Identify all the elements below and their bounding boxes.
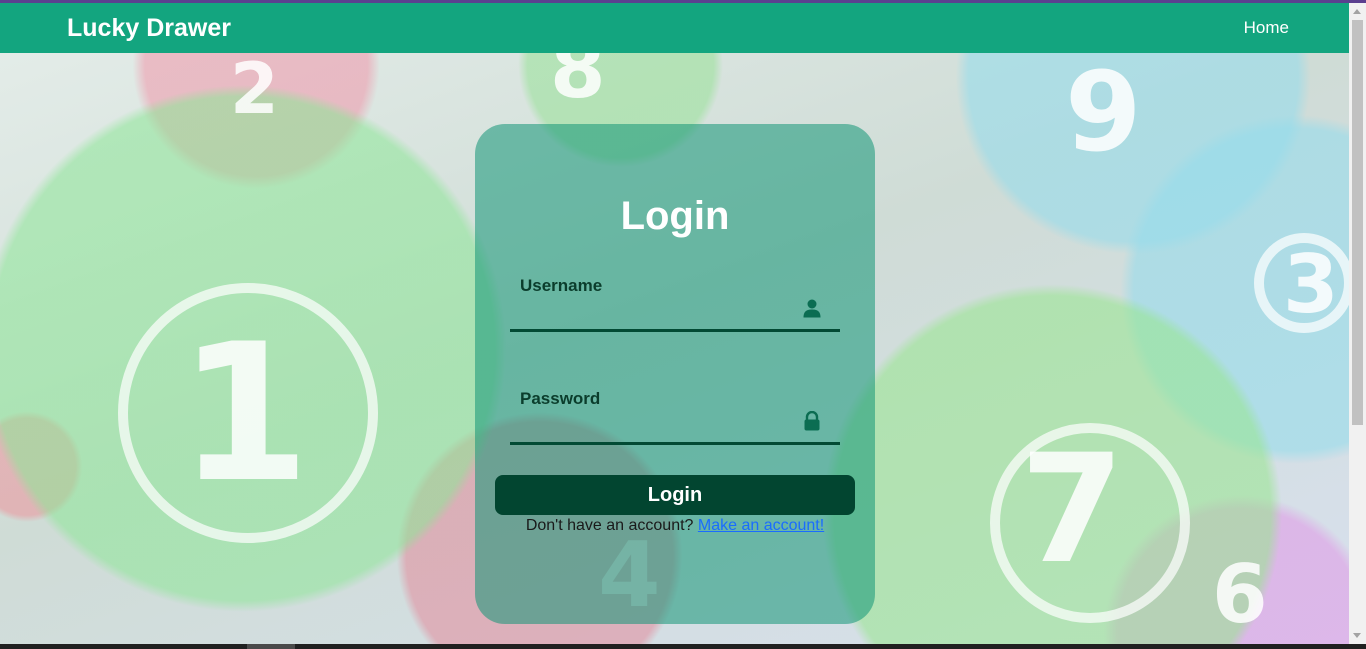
signup-row: Don't have an account? Make an account! xyxy=(475,517,875,535)
scroll-up-arrow-icon[interactable] xyxy=(1353,9,1361,14)
ball-number: 1 xyxy=(178,303,311,524)
password-input[interactable] xyxy=(510,409,800,439)
signup-prompt: Don't have an account? xyxy=(525,517,694,534)
ball-number: 3 xyxy=(1283,238,1339,331)
background-image: 1 2 3 4 6 7 8 9 Login Username Password … xyxy=(0,53,1349,644)
user-icon xyxy=(803,299,821,318)
login-card: Login Username Password Login Don't have… xyxy=(475,124,875,624)
nav-home-link[interactable]: Home xyxy=(1244,18,1289,38)
ball-number: 8 xyxy=(550,53,606,116)
scroll-down-arrow-icon[interactable] xyxy=(1353,633,1361,638)
taskbar-strip xyxy=(0,644,1366,649)
lock-icon xyxy=(804,411,820,431)
scrollbar-thumb[interactable] xyxy=(1352,20,1363,425)
username-input[interactable] xyxy=(510,296,800,326)
navbar: Lucky Drawer Home xyxy=(0,3,1349,53)
password-field: Password xyxy=(510,381,840,445)
brand-logo[interactable]: Lucky Drawer xyxy=(67,14,231,43)
ball-number: 7 xyxy=(1020,423,1125,597)
vertical-scrollbar[interactable] xyxy=(1349,3,1366,644)
username-label: Username xyxy=(520,276,603,295)
login-title: Login xyxy=(620,194,730,238)
signup-link[interactable]: Make an account! xyxy=(698,517,824,534)
ball-number: 9 xyxy=(1065,53,1142,176)
ball-number: 6 xyxy=(1212,548,1268,641)
taskbar-segment xyxy=(247,644,295,649)
password-label: Password xyxy=(520,389,601,408)
username-field: Username xyxy=(510,268,840,332)
login-button[interactable]: Login xyxy=(495,475,855,515)
ball-number: 2 xyxy=(230,53,279,130)
